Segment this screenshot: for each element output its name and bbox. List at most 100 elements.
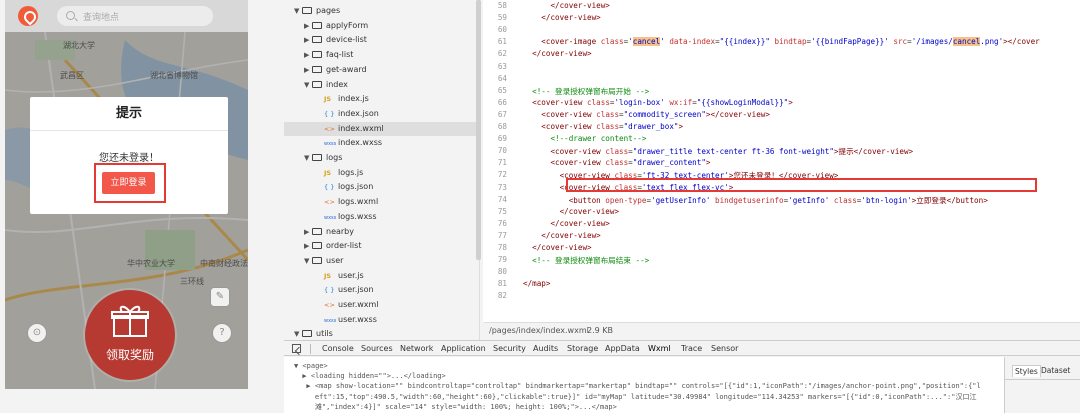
tab-sources[interactable]: Sources: [361, 344, 393, 353]
tab-sensor[interactable]: Sensor: [711, 344, 738, 353]
tab-dataset[interactable]: Dataset: [1041, 366, 1070, 375]
line-number: 79: [497, 255, 507, 265]
code-line[interactable]: <!--drawer content-->: [523, 134, 646, 143]
wxss-file-icon: wxss: [324, 214, 337, 221]
tree-folder[interactable]: ▶ faq-list: [284, 48, 479, 62]
tab-application[interactable]: Application: [441, 344, 486, 353]
tab-console[interactable]: Console: [322, 344, 354, 353]
code-line[interactable]: <cover-view class="drawer_content">: [523, 158, 710, 167]
tree-folder[interactable]: ▶ applyForm: [284, 19, 479, 33]
app-logo-icon[interactable]: [18, 6, 38, 26]
tree-folder[interactable]: ▶ get-award: [284, 63, 479, 77]
wxml-node-line[interactable]: ▶ <map show-location="" bindcontroltap="…: [298, 382, 980, 390]
code-line[interactable]: <!-- 登录授权弹窗布局结束 -->: [523, 255, 649, 266]
inspect-element-icon[interactable]: [292, 344, 301, 353]
wxml-node-line[interactable]: ▼ <page>: [294, 362, 328, 370]
code-line[interactable]: </cover-view>: [523, 207, 619, 216]
search-input[interactable]: 查询地点: [83, 10, 119, 23]
tree-item-label: user.js: [338, 270, 364, 280]
code-line[interactable]: <cover-view class='login-box' wx:if="{{s…: [523, 98, 793, 107]
code-token: "drawer_content": [632, 158, 706, 168]
json-file-icon: { }: [324, 183, 335, 192]
locate-icon[interactable]: ⊙: [27, 323, 47, 343]
tab-network[interactable]: Network: [400, 344, 433, 353]
chevron-down-icon[interactable]: ▼: [304, 151, 312, 165]
tab-audits[interactable]: Audits: [533, 344, 558, 353]
tree-file[interactable]: { } user.json: [284, 283, 479, 297]
tab-wxml[interactable]: Wxml: [648, 344, 671, 353]
tab-security[interactable]: Security: [493, 344, 526, 353]
code-line[interactable]: </cover-view>: [523, 1, 609, 10]
tree-item-label: logs: [326, 153, 343, 162]
code-line[interactable]: </map>: [523, 279, 550, 288]
login-modal: 提示 您还未登录！ 立即登录: [30, 97, 228, 214]
chevron-down-icon[interactable]: ▼: [294, 4, 302, 18]
chevron-down-icon[interactable]: ▼: [304, 78, 312, 92]
line-number: 64: [497, 73, 507, 83]
tab-storage[interactable]: Storage: [567, 344, 598, 353]
tab-appdata[interactable]: AppData: [605, 344, 640, 353]
tree-file[interactable]: wxss user.wxss: [284, 313, 479, 327]
folder-icon: [312, 51, 322, 59]
folder-icon: [312, 227, 322, 235]
wxml-node-line[interactable]: eft":15,"top":490.5,"width":60,"height":…: [298, 392, 977, 402]
search-box[interactable]: 查询地点: [57, 6, 213, 26]
tree-file[interactable]: <> index.wxml: [284, 121, 479, 136]
chevron-right-icon[interactable]: ▶: [304, 48, 312, 62]
search-match: cancel: [632, 37, 661, 47]
login-button[interactable]: 立即登录: [102, 172, 155, 194]
tree-folder[interactable]: ▼ user: [284, 254, 479, 268]
code-line[interactable]: </cover-view>: [523, 219, 609, 228]
tree-folder[interactable]: ▼ index: [284, 78, 479, 92]
tree-item-label: user.json: [338, 285, 374, 295]
code-line[interactable]: <cover-image class='cancel' data-index="…: [523, 37, 1040, 47]
chevron-down-icon[interactable]: ▼: [294, 327, 302, 340]
chevron-right-icon[interactable]: ▶: [304, 239, 312, 253]
help-icon[interactable]: ?: [212, 323, 232, 343]
code-line[interactable]: </cover-view>: [523, 243, 591, 252]
tree-file[interactable]: JS user.js: [284, 269, 479, 283]
tree-file[interactable]: wxss index.wxss: [284, 136, 479, 150]
code-line[interactable]: <cover-view class="drawer_box">: [523, 122, 683, 131]
chevron-right-icon[interactable]: ▶: [304, 33, 312, 47]
tab-styles[interactable]: Styles: [1012, 365, 1041, 377]
chevron-down-icon[interactable]: ▼: [304, 254, 312, 268]
chevron-right-icon[interactable]: ▶: [304, 225, 312, 239]
tree-item-label: pages: [316, 6, 341, 15]
code-editor[interactable]: 58 </cover-view> 59 </cover-view> 60 61 <co…: [483, 0, 1080, 322]
code-line[interactable]: </cover-view>: [523, 13, 600, 22]
tree-file[interactable]: JS index.js: [284, 92, 479, 106]
chevron-right-icon[interactable]: ▶: [304, 19, 312, 33]
wxml-node-line[interactable]: ▶ <loading hidden="">...</loading>: [294, 372, 445, 380]
tree-folder[interactable]: ▶ device-list: [284, 33, 479, 47]
tab-divider: [310, 344, 311, 354]
tree-file[interactable]: <> logs.wxml: [284, 195, 479, 209]
tree-folder[interactable]: ▼ utils: [284, 327, 479, 340]
code-line[interactable]: <!-- 登录授权弹窗布局开始 -->: [523, 86, 649, 97]
edit-icon[interactable]: ✎: [210, 287, 230, 307]
tree-file[interactable]: JS logs.js: [284, 166, 479, 180]
code-line[interactable]: <cover-view class="commodity_screen"></c…: [523, 110, 770, 119]
file-tree-scrollbar[interactable]: [476, 0, 481, 260]
line-number: 80: [497, 267, 507, 277]
code-line[interactable]: </cover-view>: [523, 231, 600, 240]
tab-trace[interactable]: Trace: [681, 344, 702, 353]
tree-file[interactable]: { } index.json: [284, 107, 479, 121]
tree-folder[interactable]: ▼ logs: [284, 151, 479, 165]
code-line[interactable]: <cover-view class="drawer_title text-cen…: [523, 146, 913, 157]
tree-file[interactable]: <> user.wxml: [284, 298, 479, 312]
tree-folder[interactable]: ▶ nearby: [284, 225, 479, 239]
tree-folder[interactable]: ▼ pages: [284, 4, 479, 18]
chevron-right-icon[interactable]: ▶: [304, 63, 312, 77]
wxml-node-line[interactable]: 滩","index":4}]" scale="14" style="width:…: [298, 402, 617, 412]
reward-button[interactable]: 领取奖励: [85, 290, 175, 380]
wxml-panel[interactable]: ▼ <page> ▶ <loading hidden="">...</loadi…: [284, 357, 1004, 413]
code-token: <cover-view: [541, 109, 597, 119]
code-line[interactable]: </cover-view>: [523, 49, 591, 58]
tree-file[interactable]: { } logs.json: [284, 180, 479, 194]
tree-folder[interactable]: ▶ order-list: [284, 239, 479, 253]
tree-file[interactable]: wxss logs.wxss: [284, 210, 479, 224]
tree-item-label: faq-list: [326, 50, 354, 60]
code-line[interactable]: <button open-type='getUserInfo' bindgetu…: [523, 195, 988, 206]
